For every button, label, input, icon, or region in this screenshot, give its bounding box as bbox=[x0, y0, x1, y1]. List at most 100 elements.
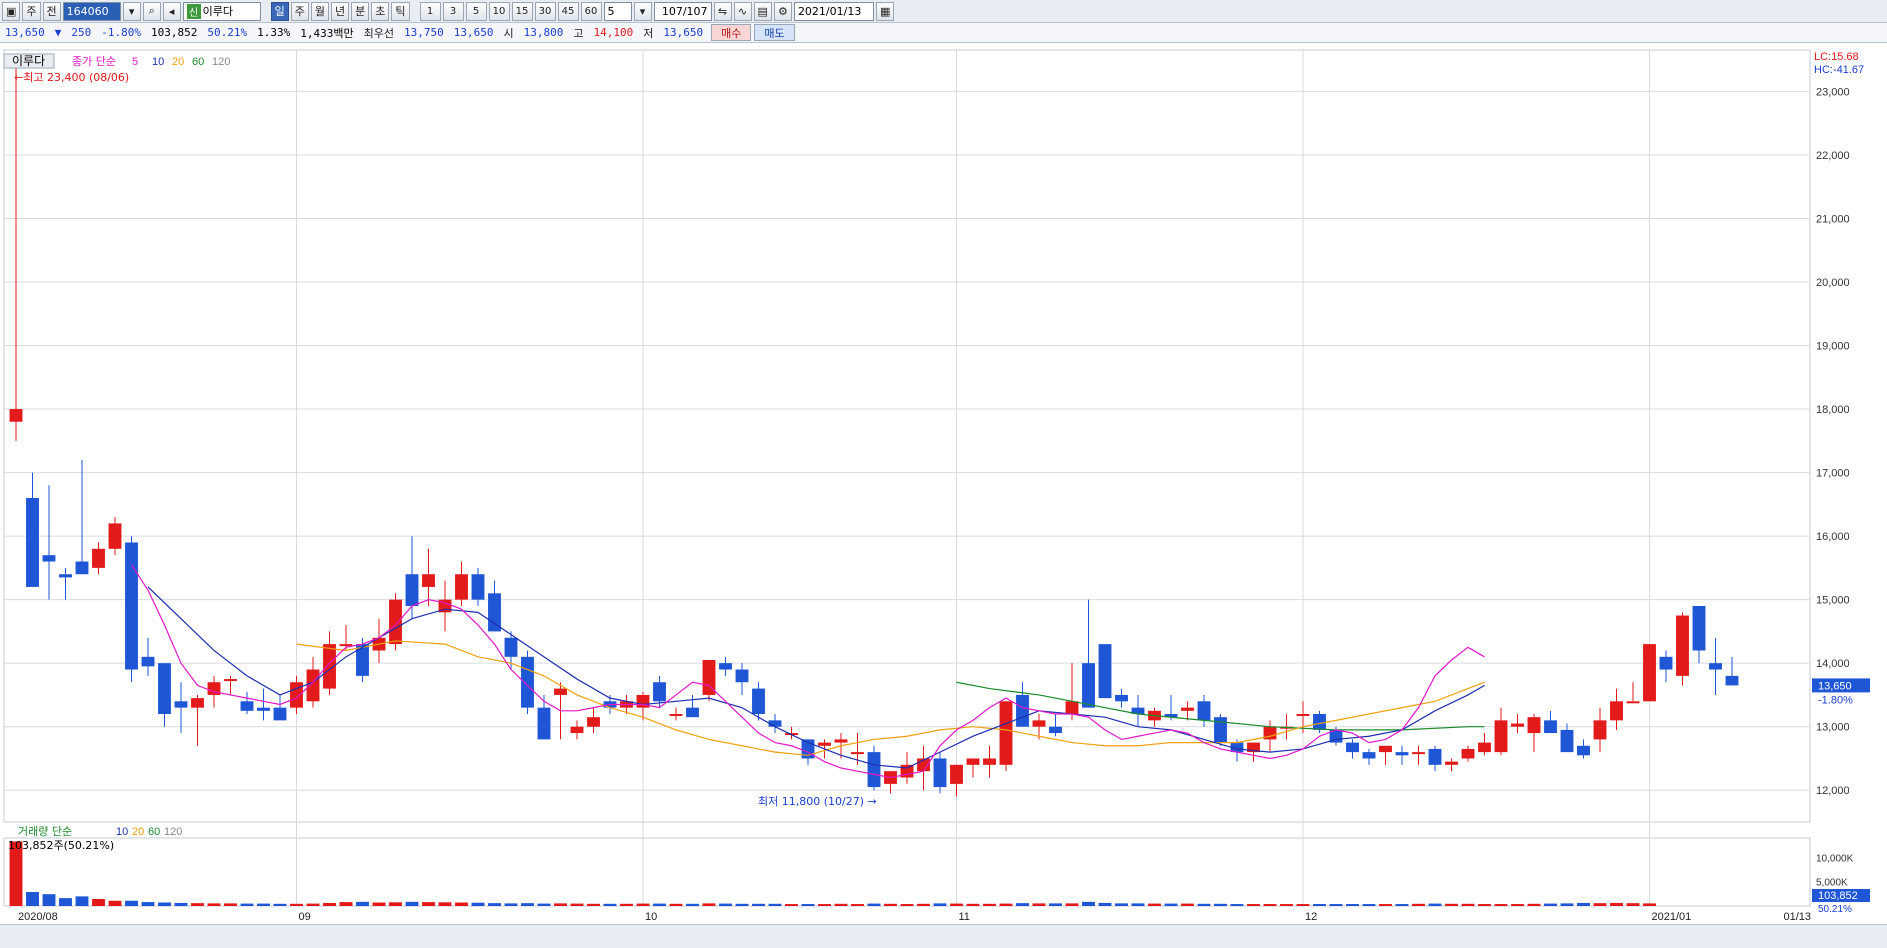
chart-menu-icon[interactable]: ▣ bbox=[2, 1, 21, 21]
candle-body bbox=[1016, 694, 1029, 727]
volume-bar bbox=[1148, 903, 1161, 906]
volume-bar bbox=[125, 900, 138, 906]
candle-body bbox=[125, 542, 138, 670]
period-tick-button[interactable]: 틱 bbox=[391, 1, 410, 21]
candle-body bbox=[933, 758, 947, 788]
candle-body bbox=[735, 669, 749, 683]
price-chart[interactable]: 23,000 22,000 21,000 20,000 19,000 18,000 17,0… bbox=[0, 48, 1887, 924]
volume-bar bbox=[389, 902, 402, 906]
candle-body bbox=[1379, 745, 1392, 753]
x-tick-label: 01/13 bbox=[1784, 911, 1812, 923]
y-tick-label: 19,000 bbox=[1816, 341, 1850, 353]
volume-bar bbox=[405, 901, 419, 906]
speaker-icon[interactable]: ◂ bbox=[162, 1, 181, 21]
settings-icon[interactable]: ⚙ bbox=[773, 1, 792, 21]
candle-body bbox=[191, 698, 204, 708]
volume-value: 103,852 bbox=[151, 26, 198, 39]
interval-60-button[interactable]: 60 bbox=[580, 1, 602, 21]
search-icon[interactable]: ⌕ bbox=[142, 1, 161, 21]
interval-45-button[interactable]: 45 bbox=[557, 1, 579, 21]
volume-bar bbox=[851, 904, 864, 906]
candle-body bbox=[42, 555, 56, 562]
y-tick-label: 21,000 bbox=[1816, 213, 1850, 225]
compare-icon[interactable]: ⇋ bbox=[713, 1, 732, 21]
volume-bar bbox=[92, 899, 105, 906]
volume-bar bbox=[257, 903, 270, 906]
volume-bar bbox=[1164, 903, 1178, 906]
stock-name-field[interactable]: 신 이루다 bbox=[182, 1, 261, 21]
candle-body bbox=[719, 663, 732, 670]
candle-body bbox=[1577, 745, 1590, 756]
legend-stock-name: 이루다 bbox=[12, 54, 45, 68]
candle-body bbox=[1692, 606, 1706, 651]
candle-body bbox=[1197, 701, 1211, 721]
volume-bar bbox=[1626, 903, 1640, 906]
sell-button[interactable]: 매도 bbox=[754, 24, 795, 41]
adjust-select[interactable]: 전 bbox=[42, 1, 61, 21]
interval-5-button[interactable]: 5 bbox=[465, 1, 487, 21]
volume-bar bbox=[1098, 902, 1112, 906]
period-month-button[interactable]: 월 bbox=[310, 1, 330, 21]
volume-bar bbox=[323, 902, 336, 906]
volume-bar bbox=[1263, 904, 1277, 906]
calendar-icon[interactable]: ▦ bbox=[875, 1, 895, 21]
price-change-pct: -1.80% bbox=[101, 26, 141, 39]
chart-area[interactable]: 23,000 22,000 21,000 20,000 19,000 18,000 17,0… bbox=[0, 48, 1887, 924]
high-label: 고 bbox=[573, 26, 584, 40]
candle-body bbox=[1527, 717, 1541, 734]
period-week-button[interactable]: 주 bbox=[290, 1, 309, 21]
interval-30-button[interactable]: 30 bbox=[534, 1, 556, 21]
volume-bar bbox=[933, 903, 947, 906]
volume-bar bbox=[1560, 903, 1574, 906]
volume-bar bbox=[1461, 903, 1475, 906]
volume-bar bbox=[1362, 904, 1376, 906]
candle-body bbox=[1478, 742, 1491, 753]
save-icon[interactable]: ▤ bbox=[753, 1, 772, 21]
buy-button[interactable]: 매수 bbox=[711, 24, 752, 41]
interval-3-button[interactable]: 3 bbox=[442, 1, 464, 21]
interval-1-button[interactable]: 1 bbox=[419, 1, 441, 21]
horizontal-scrollbar[interactable] bbox=[0, 924, 1887, 948]
code-dropdown-icon[interactable]: ▾ bbox=[122, 1, 141, 21]
volume-bar bbox=[702, 903, 716, 906]
x-tick-label: 2021/01 bbox=[1652, 911, 1692, 923]
interval-15-button[interactable]: 15 bbox=[511, 1, 533, 21]
interval-10-button[interactable]: 10 bbox=[488, 1, 510, 21]
open-label: 시 bbox=[503, 26, 514, 40]
volume-bar bbox=[59, 898, 72, 906]
candle-body bbox=[504, 637, 518, 657]
volume-plot-frame bbox=[3, 837, 1811, 907]
volume-bar bbox=[158, 902, 171, 906]
candle-body bbox=[1494, 720, 1508, 753]
candle-body bbox=[1032, 720, 1046, 727]
volume-bar bbox=[1428, 903, 1442, 906]
candle-body bbox=[653, 682, 666, 702]
period-second-button[interactable]: 초 bbox=[371, 1, 390, 21]
y-tick-label: 16,000 bbox=[1816, 531, 1850, 543]
toolbar: ▣ 주 전 164060 ▾ ⌕ ◂ 신 이루다 일 주 월 년 분 초 틱 1… bbox=[0, 0, 1887, 23]
volume-bar bbox=[1329, 904, 1343, 906]
x-tick-label: 2020/08 bbox=[18, 911, 58, 923]
high-price: 14,100 bbox=[593, 26, 634, 39]
candle-body bbox=[1181, 707, 1194, 711]
volume-bar bbox=[1247, 904, 1260, 906]
stock-code-input[interactable]: 164060 bbox=[62, 1, 121, 21]
hc-label: HC:-41.67 bbox=[1814, 64, 1864, 76]
interval-dropdown-icon[interactable]: ▾ bbox=[633, 1, 652, 21]
period-year-button[interactable]: 년 bbox=[331, 1, 350, 21]
candle-count-field[interactable]: 107/107 bbox=[653, 1, 712, 21]
period-minute-button[interactable]: 분 bbox=[351, 1, 370, 21]
candle-body bbox=[356, 644, 369, 676]
link-icon[interactable]: ∿ bbox=[733, 1, 752, 21]
volume-legend-period: 60 bbox=[148, 826, 160, 838]
candle-body bbox=[752, 688, 765, 714]
volume-bar bbox=[1049, 903, 1062, 906]
interval-input[interactable]: 5 bbox=[603, 1, 632, 21]
date-input[interactable]: 2021/01/13 bbox=[793, 1, 874, 21]
candle-body bbox=[158, 663, 171, 714]
volume-bar bbox=[537, 903, 551, 906]
candle-body bbox=[1643, 644, 1656, 702]
period-day-button[interactable]: 일 bbox=[270, 1, 289, 21]
period-type-select[interactable]: 주 bbox=[22, 1, 41, 21]
volume-bar bbox=[768, 903, 782, 906]
